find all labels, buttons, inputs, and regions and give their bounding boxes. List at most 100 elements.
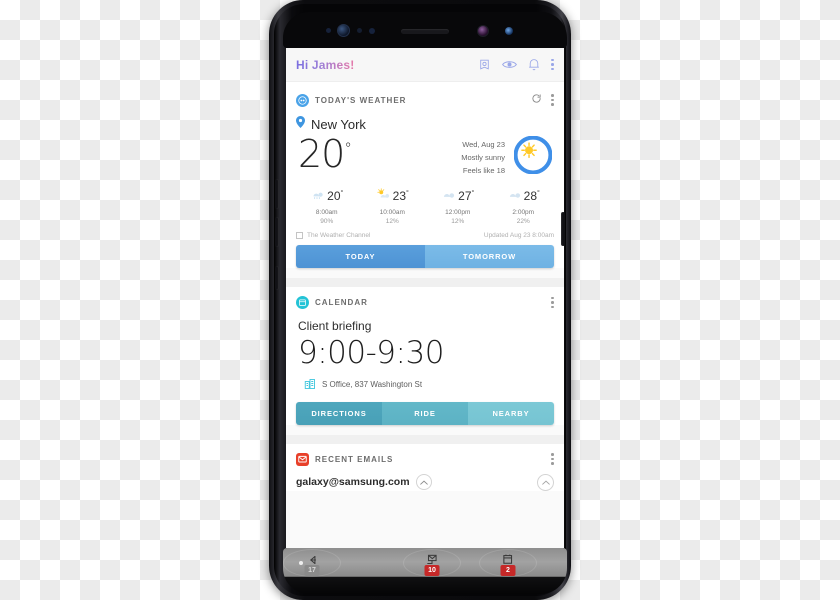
weather-badge-icon	[296, 93, 309, 107]
chevron-up-icon[interactable]	[415, 474, 432, 491]
ir-sensor-icon	[369, 28, 375, 34]
calendar-header-actions	[551, 296, 554, 309]
email-account-row: galaxy@samsung.com	[286, 470, 564, 491]
weather-card-header: TODAY'S WEATHER	[286, 82, 564, 113]
email-header-actions	[551, 453, 554, 465]
hourly-forecast-item: 20° 8:00am 90%	[294, 187, 360, 225]
weather-feels-like: Feels like 18	[462, 166, 505, 176]
hourly-time: 12:00pm	[445, 209, 471, 216]
power-button[interactable]	[561, 212, 565, 246]
weather-channel-icon	[296, 232, 303, 239]
sun-cloud-icon	[376, 187, 390, 205]
refresh-icon[interactable]	[531, 91, 542, 109]
nav-item-calendar[interactable]: 2	[479, 549, 537, 577]
greeting-text: Hi James!	[296, 57, 355, 72]
calendar-badge-icon	[296, 296, 309, 309]
hourly-forecast-list: 20° 8:00am 90% 23° 10:00am 12% 27° 12:00…	[286, 179, 564, 225]
earpiece-speaker	[401, 29, 449, 34]
hourly-precipitation: 22%	[516, 218, 530, 225]
phone-screen: Hi James! TODAY'S WEATHER New York 20° W…	[286, 48, 564, 548]
weather-date: Wed, Aug 23	[462, 140, 505, 149]
hourly-forecast-item: 23° 10:00am 12%	[360, 187, 426, 225]
hourly-temperature: 27°	[458, 189, 475, 203]
eye-icon[interactable]	[502, 58, 517, 71]
weather-updated-label: Updated Aug 23 8:00am	[483, 232, 554, 239]
location-pin-icon	[296, 115, 305, 133]
scroll-to-top-button[interactable]	[537, 473, 554, 491]
weather-condition: Mostly sunny	[461, 153, 505, 163]
calendar-action-bar: DIRECTIONS RIDE NEARBY	[296, 401, 554, 425]
weather-category-label: TODAY'S WEATHER	[315, 95, 407, 105]
calendar-category-label: CALENDAR	[315, 298, 368, 307]
hourly-time: 8:00am	[315, 209, 338, 216]
email-badge-icon	[296, 452, 309, 466]
overflow-menu-icon[interactable]	[551, 58, 554, 71]
bixby-icon[interactable]	[478, 58, 491, 71]
weather-header-actions	[531, 91, 554, 109]
cloud-icon	[507, 187, 521, 205]
hourly-temperature: 23°	[392, 189, 409, 203]
email-nav-badge: 10	[424, 565, 440, 576]
hourly-forecast-item: 28° 2:00pm 22%	[491, 187, 557, 225]
hourly-precipitation: 90%	[320, 218, 334, 225]
top-bezel	[283, 12, 567, 48]
hourly-temperature: 28°	[523, 189, 540, 203]
phone-device: Hi James! TODAY'S WEATHER New York 20° W…	[269, 0, 571, 600]
nav-item-email[interactable]: 10	[403, 549, 461, 577]
volume-down-button[interactable]	[275, 217, 279, 247]
directions-button[interactable]: DIRECTIONS	[296, 401, 382, 425]
weather-condition-block: Wed, Aug 23 Mostly sunny Feels like 18	[461, 135, 505, 177]
ride-button[interactable]: RIDE	[382, 401, 468, 425]
hourly-precipitation: 12%	[451, 218, 465, 225]
phone-chin: 10 2 17	[283, 548, 567, 594]
header-icon-group	[478, 58, 554, 71]
app-header: Hi James!	[286, 48, 564, 82]
weather-card: TODAY'S WEATHER New York 20° Wed, Aug 23…	[286, 82, 564, 268]
calendar-nav-badge: 2	[500, 565, 516, 576]
notification-led-icon	[505, 27, 513, 35]
proximity-sensor-icon	[326, 28, 331, 33]
hourly-time: 10:00am	[379, 209, 405, 216]
device-body: Hi James! TODAY'S WEATHER New York 20° W…	[269, 0, 571, 600]
calendar-card: CALENDAR Client briefing 9:00-9:30 S Off…	[286, 287, 564, 425]
hourly-precipitation: 12%	[385, 218, 399, 225]
hourly-temperature: 20°	[327, 189, 344, 203]
overflow-menu-icon[interactable]	[551, 94, 554, 106]
current-temperature: 20°	[298, 132, 352, 176]
event-time: 9:00-9:30	[298, 335, 444, 371]
weather-source-row: The Weather Channel Updated Aug 23 8:00a…	[286, 225, 564, 245]
hourly-forecast-item: 27° 12:00pm 12%	[425, 187, 491, 225]
overflow-menu-icon[interactable]	[551, 453, 554, 465]
nearby-button[interactable]: NEARBY	[468, 401, 554, 425]
email-address: galaxy@samsung.com	[296, 476, 410, 489]
weather-source-label: The Weather Channel	[307, 232, 371, 239]
office-building-icon	[304, 378, 316, 392]
card-divider	[286, 434, 564, 444]
current-temperature-value: 20	[298, 132, 345, 176]
cloud-icon	[441, 187, 455, 205]
tab-tomorrow[interactable]: TOMORROW	[425, 245, 554, 268]
tab-today[interactable]: TODAY	[296, 245, 425, 268]
rain-cloud-icon	[310, 187, 324, 205]
nav-item-back[interactable]: 17	[283, 549, 341, 577]
weather-location-row[interactable]: New York	[286, 113, 564, 133]
weather-current-row: 20° Wed, Aug 23 Mostly sunny Feels like …	[286, 133, 564, 179]
back-nav-badge: 17	[304, 565, 320, 576]
degree-symbol: °	[344, 139, 351, 158]
device-inner-frame: Hi James! TODAY'S WEATHER New York 20° W…	[274, 4, 567, 596]
email-category-label: RECENT EMAILS	[315, 454, 394, 464]
sun-behind-cloud-icon	[513, 135, 553, 179]
volume-up-button[interactable]	[275, 179, 279, 209]
overflow-menu-icon[interactable]	[551, 296, 554, 309]
event-location-text: S Office, 837 Washington St	[322, 380, 423, 390]
navigation-bar: 10 2 17	[283, 548, 567, 578]
calendar-card-header: CALENDAR	[286, 287, 564, 313]
email-card: RECENT EMAILS galaxy@samsung.com	[286, 443, 564, 491]
event-title: Client briefing	[298, 319, 372, 333]
event-location-row[interactable]: S Office, 837 Washington St	[286, 371, 564, 402]
bell-icon[interactable]	[528, 58, 540, 71]
email-card-header: RECENT EMAILS	[286, 444, 564, 470]
front-camera-icon	[477, 25, 489, 37]
light-sensor-icon	[357, 28, 362, 33]
bixby-side-button[interactable]	[275, 266, 279, 290]
